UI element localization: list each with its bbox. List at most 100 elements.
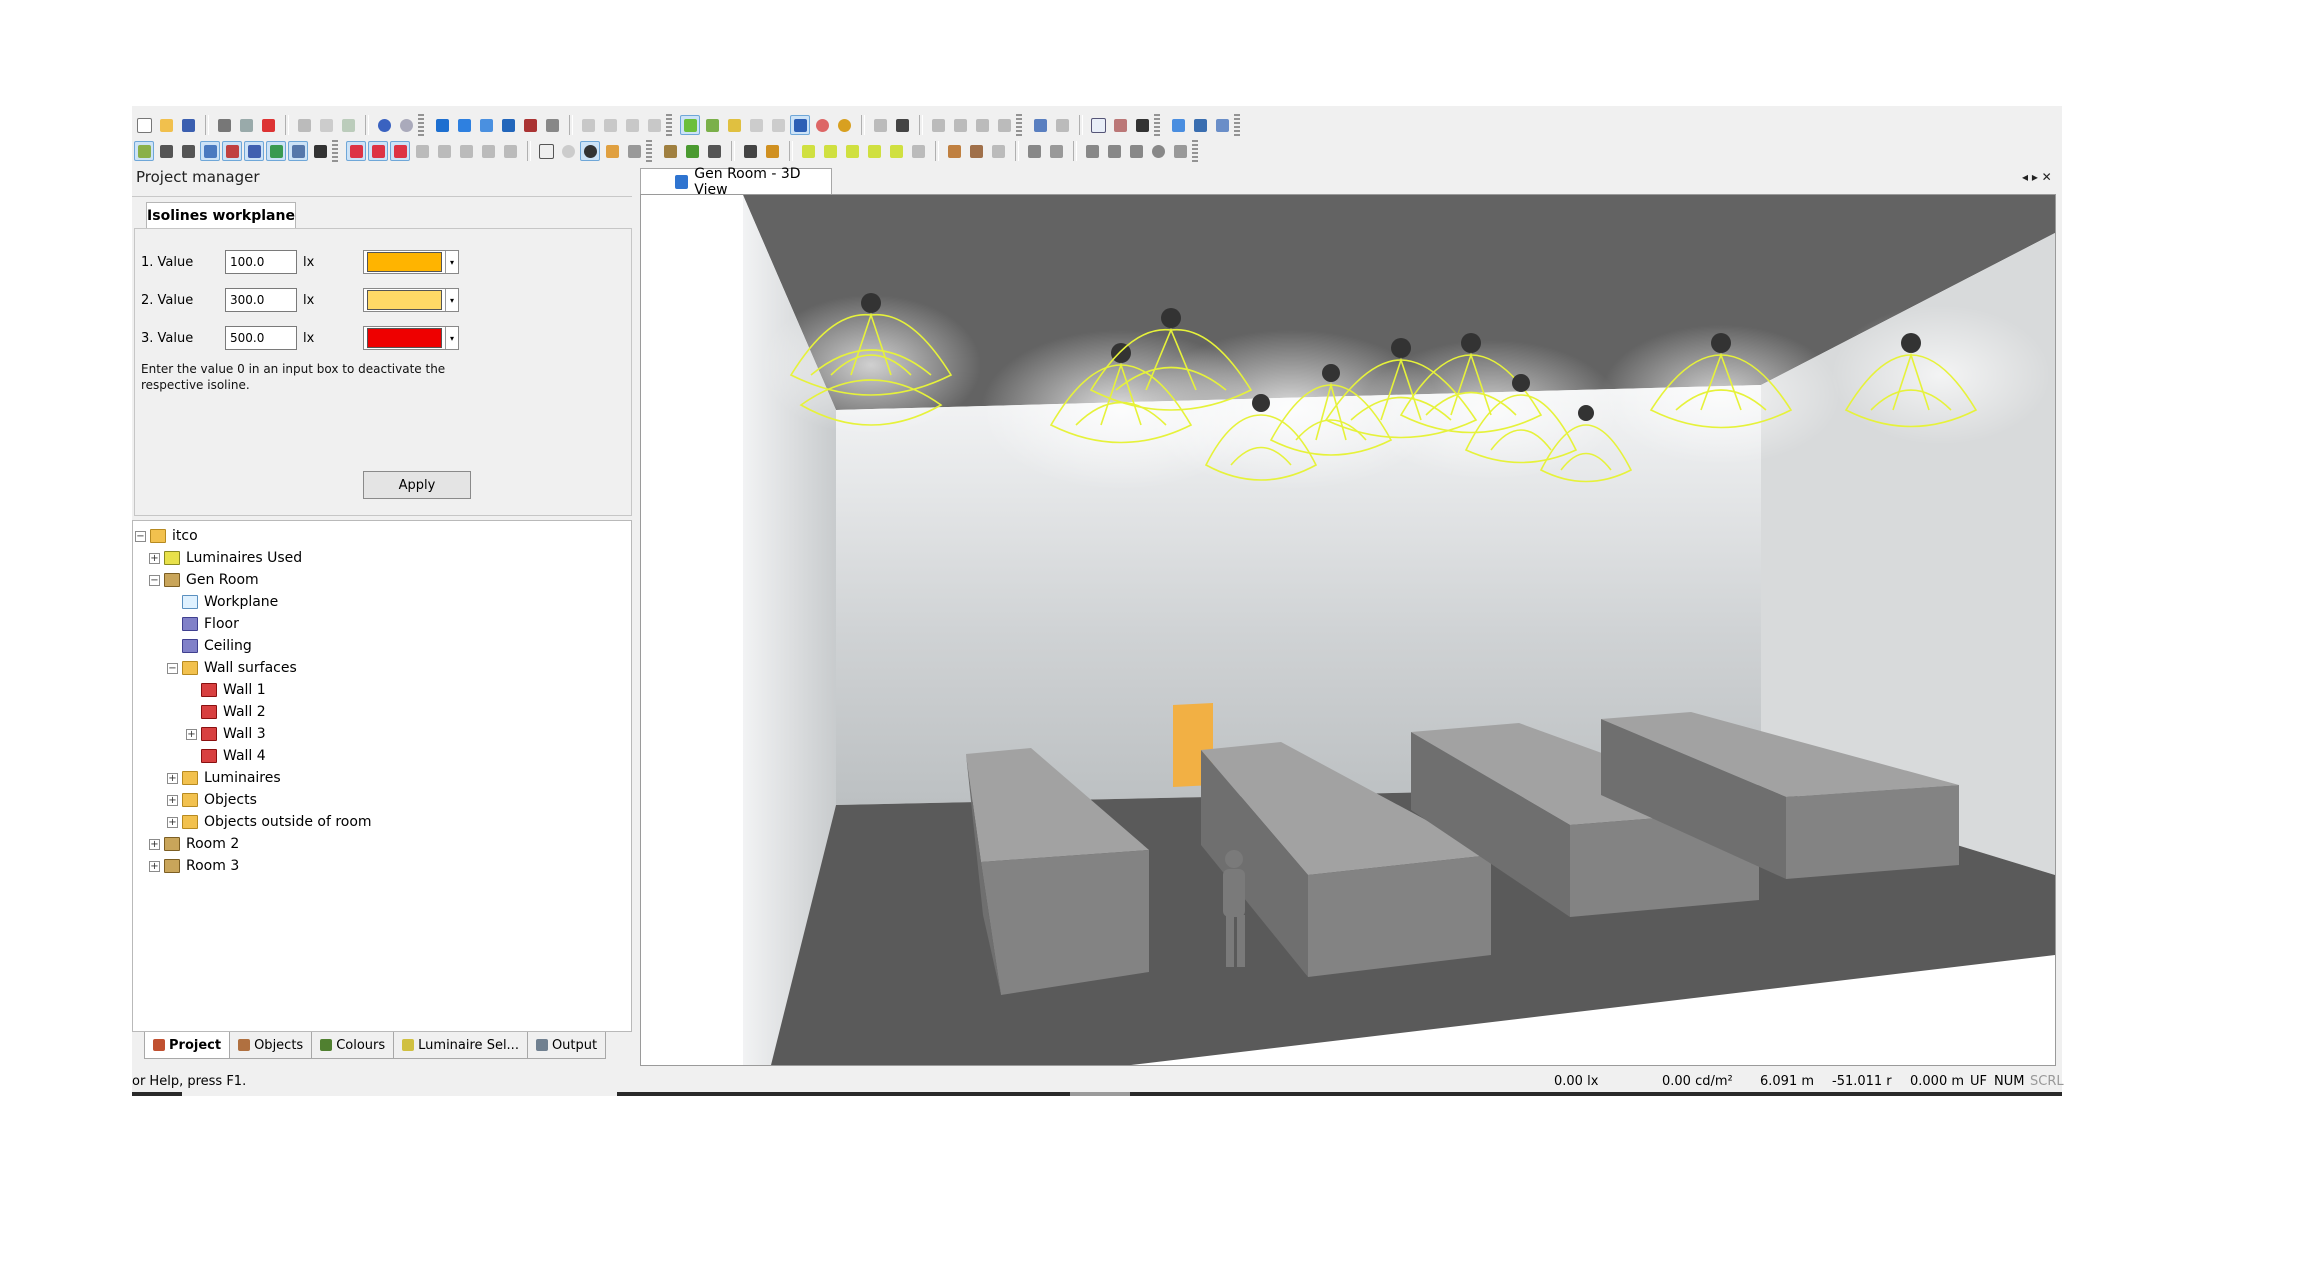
zoom-extents-icon[interactable] (542, 115, 562, 135)
toolbar-grip[interactable] (332, 140, 338, 162)
tree-node-itco[interactable]: − itco (135, 525, 198, 547)
cursor-icon[interactable] (536, 141, 556, 161)
tree-node-luminaires-used[interactable]: + Luminaires Used (149, 547, 302, 569)
cut-icon[interactable] (294, 115, 314, 135)
grid-3-icon[interactable] (972, 115, 992, 135)
paste-icon[interactable] (338, 115, 358, 135)
line-icon[interactable] (1082, 141, 1102, 161)
calc-options-icon[interactable] (1052, 115, 1072, 135)
value-input[interactable]: 500.0 (225, 326, 297, 350)
group-icon[interactable] (622, 115, 642, 135)
iso-d-icon[interactable] (478, 141, 498, 161)
polyline-icon[interactable] (1104, 141, 1124, 161)
toolbar-grip[interactable] (418, 114, 424, 136)
furniture-icon[interactable] (660, 141, 680, 161)
toolbar-grip[interactable] (1154, 114, 1160, 136)
horizontal-scrollbar[interactable] (617, 1092, 2062, 1096)
color-picker[interactable]: ▾ (363, 250, 459, 274)
tree-node-wall-surfaces[interactable]: − Wall surfaces (167, 657, 297, 679)
expand-icon[interactable]: + (149, 860, 160, 872)
undo-icon[interactable] (374, 115, 394, 135)
window-list-icon[interactable] (1212, 115, 1232, 135)
expand-icon[interactable]: + (167, 816, 178, 828)
view-3d-icon[interactable] (432, 115, 452, 135)
box-icon[interactable] (762, 141, 782, 161)
copy-object-icon[interactable] (1046, 141, 1066, 161)
window-icon[interactable] (1190, 115, 1210, 135)
print-preview-icon[interactable] (236, 115, 256, 135)
unlink-icon[interactable] (600, 115, 620, 135)
rotate-icon[interactable] (178, 141, 198, 161)
iso-a-icon[interactable] (412, 141, 432, 161)
false-colour-icon[interactable] (702, 115, 722, 135)
chevron-down-icon[interactable]: ▾ (445, 251, 458, 273)
edit-points-icon[interactable] (200, 141, 220, 161)
select-luminaire-icon[interactable] (790, 115, 810, 135)
toolbar-grip[interactable] (666, 114, 672, 136)
draw-icon[interactable] (310, 141, 330, 161)
value-input[interactable]: 100.0 (225, 250, 297, 274)
isolines-wall-icon[interactable] (368, 141, 388, 161)
chevron-down-icon[interactable]: ▾ (445, 289, 458, 311)
calculate-icon[interactable] (1030, 115, 1050, 135)
zoom-icon[interactable] (558, 141, 578, 161)
isolines-room-icon[interactable] (346, 141, 366, 161)
expand-icon[interactable]: + (149, 552, 160, 564)
isolines-icon[interactable] (680, 115, 700, 135)
tree-node-objects[interactable]: + Objects (167, 789, 257, 811)
collapse-icon[interactable]: − (149, 574, 160, 586)
tree-node-workplane[interactable]: Workplane (182, 591, 278, 613)
print-icon[interactable] (214, 115, 234, 135)
shape-4-icon[interactable] (864, 141, 884, 161)
tab-output[interactable]: Output (526, 1032, 607, 1059)
camera-icon[interactable] (1132, 115, 1152, 135)
view-front-icon[interactable] (498, 115, 518, 135)
value-input[interactable]: 300.0 (225, 288, 297, 312)
3d-scene[interactable] (641, 195, 2055, 1065)
magnify-icon[interactable] (288, 141, 308, 161)
copy-icon[interactable] (316, 115, 336, 135)
plant-icon[interactable] (682, 141, 702, 161)
measure-icon[interactable] (644, 115, 664, 135)
tree-node-ceiling[interactable]: Ceiling (182, 635, 252, 657)
link-icon[interactable] (578, 115, 598, 135)
view-side-icon[interactable] (476, 115, 496, 135)
texture-icon[interactable] (944, 141, 964, 161)
tree-node-wall-3[interactable]: + Wall 3 (186, 723, 266, 745)
view-window-controls[interactable]: ◂ ▸ ✕ (2022, 170, 2052, 184)
tree-node-wall-2[interactable]: Wall 2 (201, 701, 266, 723)
toolbar-grip[interactable] (646, 140, 652, 162)
new-icon[interactable] (134, 115, 154, 135)
grid-1-icon[interactable] (928, 115, 948, 135)
tree-node-room-2[interactable]: + Room 2 (149, 833, 239, 855)
tools-icon[interactable] (1168, 115, 1188, 135)
circle-icon[interactable] (1148, 141, 1168, 161)
tree-node-room-3[interactable]: + Room 3 (149, 855, 239, 877)
move-icon[interactable] (156, 141, 176, 161)
sphere-icon[interactable] (834, 115, 854, 135)
color-picker[interactable]: ▾ (363, 288, 459, 312)
expand-icon[interactable]: + (167, 772, 178, 784)
scrollbar-thumb[interactable] (1070, 1092, 1130, 1096)
shape-2-icon[interactable] (820, 141, 840, 161)
tree-node-floor[interactable]: Floor (182, 613, 239, 635)
iso-b-icon[interactable] (434, 141, 454, 161)
luminaire-place-icon[interactable] (724, 115, 744, 135)
expand-icon[interactable]: + (167, 794, 178, 806)
tree-node-wall-4[interactable]: Wall 4 (201, 745, 266, 767)
color-picker[interactable]: ▾ (363, 326, 459, 350)
select-room-icon[interactable] (134, 141, 154, 161)
tree-node-gen-room[interactable]: − Gen Room (149, 569, 259, 591)
shape-3-icon[interactable] (842, 141, 862, 161)
redo-icon[interactable] (396, 115, 416, 135)
grid-4-icon[interactable] (994, 115, 1014, 135)
apply-button[interactable]: Apply (363, 471, 471, 499)
image-icon[interactable] (966, 141, 986, 161)
tree-node-luminaires[interactable]: + Luminaires (167, 767, 281, 789)
view-plan-icon[interactable] (454, 115, 474, 135)
toolbar-grip[interactable] (1234, 114, 1240, 136)
arrow-icon[interactable] (870, 115, 890, 135)
document-icon[interactable] (1088, 115, 1108, 135)
arrow-back-icon[interactable] (704, 141, 724, 161)
shape-1-icon[interactable] (798, 141, 818, 161)
